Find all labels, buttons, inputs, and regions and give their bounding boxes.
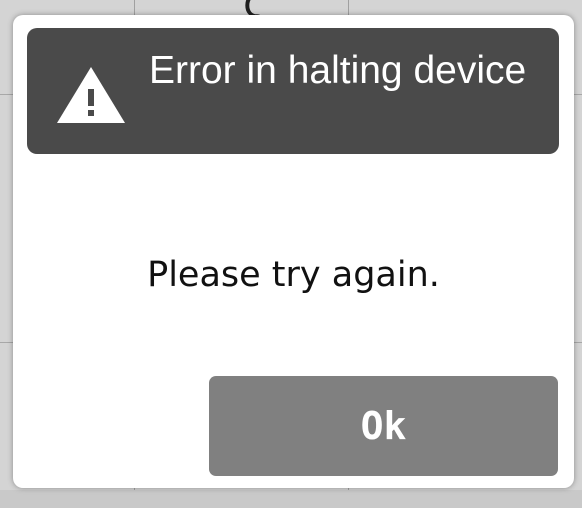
- dialog-message: Please try again.: [147, 255, 440, 295]
- error-dialog: Error in halting device Please try again…: [13, 15, 574, 488]
- dialog-header: Error in halting device: [27, 28, 559, 154]
- dialog-title: Error in halting device: [149, 49, 527, 92]
- warning-triangle-icon: [57, 67, 125, 123]
- ok-button[interactable]: Ok: [209, 376, 558, 476]
- background-strip: [0, 490, 582, 508]
